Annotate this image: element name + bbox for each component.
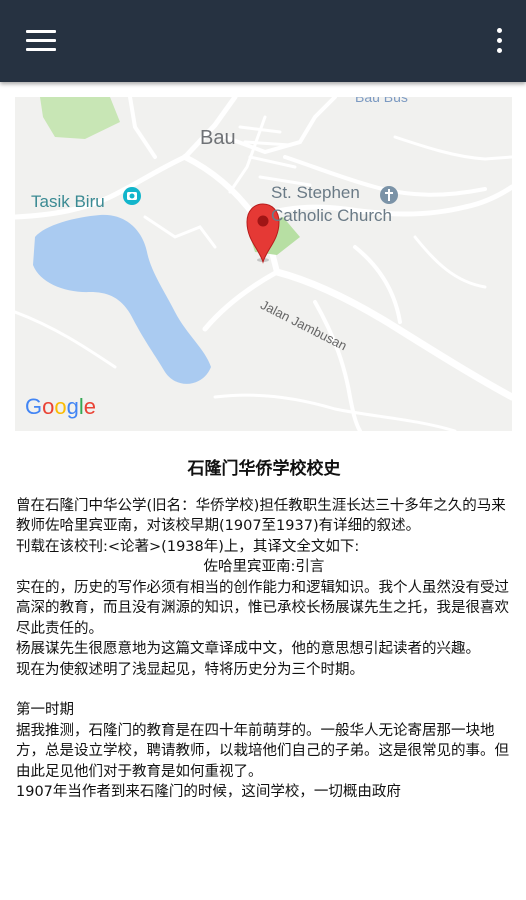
article-title: 石隆门华侨学校校史 (187, 459, 341, 479)
google-logo: Google (25, 394, 97, 419)
map-graphics (15, 97, 512, 431)
app-bar (0, 0, 526, 82)
map-label-tasik-biru: Tasik Biru (31, 192, 105, 211)
hamburger-menu-icon[interactable] (26, 30, 56, 54)
article-paragraph: 实在的，历史的写作必须有相当的创作能力和逻辑知识。我个人虽然没有受过高深的教育，… (16, 579, 509, 637)
article-content: 石隆门华侨学校校史 曾在石隆门中华公学(旧名：华侨学校)担任教职生涯长达三十多年… (16, 457, 512, 803)
map-view[interactable]: Bau Bus Bau Tasik Biru St. Stephen Catho… (15, 97, 512, 431)
map-label-church-line1: St. Stephen (271, 183, 360, 202)
more-vert-icon[interactable] (494, 28, 504, 54)
map-label-top: Bau Bus (355, 97, 408, 105)
article-paragraph: 曾在石隆门中华公学(旧名：华侨学校)担任教职生涯长达三十多年之久的马来教师佐哈里… (16, 497, 506, 535)
map-label-bau: Bau (200, 127, 236, 149)
article-subheading: 佐哈里宾亚南:引言 (203, 559, 325, 575)
article-paragraph: 杨展谋先生很愿意地为这篇文章译成中文，他的意思想引起读者的兴趣。 (16, 641, 480, 657)
article-paragraph: 现在为使叙述明了浅显起见，特将历史分为三个时期。 (16, 661, 364, 678)
article-paragraph: 据我推测，石隆门的教育是在四十年前萌芽的。一般华人无论寄居那一块地方，总是设立学… (16, 722, 509, 780)
article-paragraph: 刊载在该校刊:<论著>(1938年)上，其译文全文如下: (16, 538, 360, 555)
article-paragraph: 1907年当作者到来石隆门的时候，这间学校，一切概由政府 (16, 784, 401, 800)
section-heading: 第一时期 (16, 702, 74, 718)
map-label-church-line2: Catholic Church (271, 206, 392, 225)
